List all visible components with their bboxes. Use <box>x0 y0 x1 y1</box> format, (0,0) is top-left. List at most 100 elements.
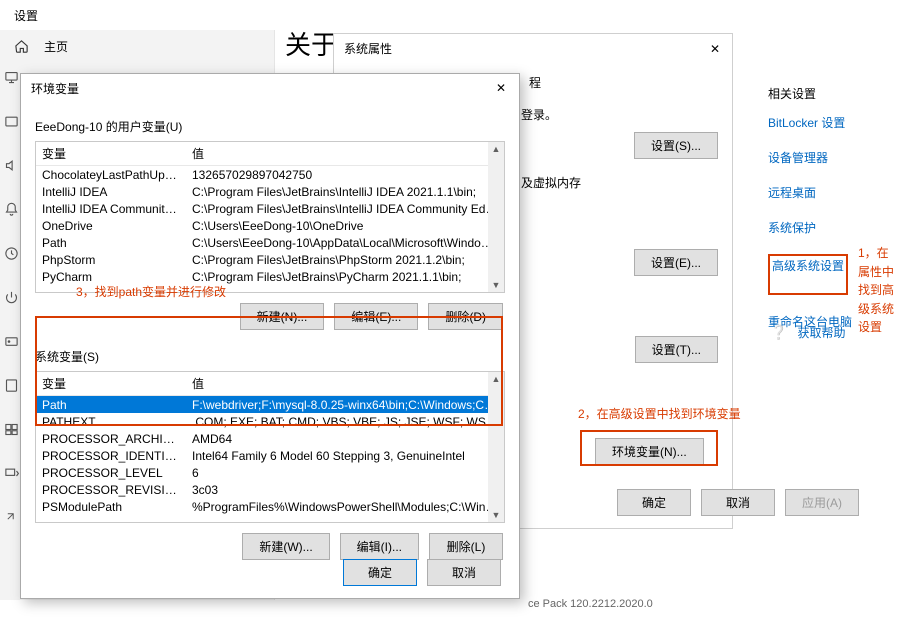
link-device-manager[interactable]: 设备管理器 <box>768 149 852 166</box>
table-row[interactable]: PROCESSOR_ARCHITECT...AMD64 <box>36 430 504 447</box>
settings-titlebar: 设置 <box>0 0 902 30</box>
tablet-icon[interactable] <box>4 378 20 394</box>
user-new-button[interactable]: 新建(N)... <box>240 303 325 330</box>
sys-delete-button[interactable]: 删除(L) <box>429 533 503 560</box>
settings-e-button[interactable]: 设置(E)... <box>634 249 718 276</box>
table-row[interactable]: PROCESSOR_IDENTIFIERIntel64 Family 6 Mod… <box>36 447 504 464</box>
sys-vars-table[interactable]: 变量 值 PathF:\webdriver;F:\mysql-8.0.25-wi… <box>35 371 505 523</box>
related-settings: 相关设置 BitLocker 设置 设备管理器 远程桌面 系统保护 高级系统设置… <box>768 85 852 348</box>
cell-var: PROCESSOR_IDENTIFIER <box>36 449 186 463</box>
cell-val: C:\Users\EeeDong-10\OneDrive <box>186 219 504 233</box>
table-row[interactable]: OneDriveC:\Users\EeeDong-10\OneDrive <box>36 217 504 234</box>
env-var-button[interactable]: 环境变量(N)... <box>595 438 704 465</box>
cell-var: Path <box>36 398 186 412</box>
cell-var: PhpStorm <box>36 253 186 267</box>
sys-edit-button[interactable]: 编辑(I)... <box>340 533 419 560</box>
sysprop-title: 系统属性 <box>334 34 732 62</box>
sidebar-home[interactable]: 主页 <box>0 30 274 63</box>
link-remote-desktop[interactable]: 远程桌面 <box>768 184 852 201</box>
col-val[interactable]: 值 <box>186 372 504 395</box>
focus-icon[interactable] <box>4 246 20 262</box>
projecting-icon[interactable] <box>4 466 20 482</box>
user-delete-button[interactable]: 删除(D) <box>428 303 503 330</box>
sys-scrollbar[interactable]: ▲▼ <box>488 372 504 522</box>
cell-val: AMD64 <box>186 432 504 446</box>
power-icon[interactable] <box>4 290 20 306</box>
link-bitlocker[interactable]: BitLocker 设置 <box>768 114 852 131</box>
cell-var: PROCESSOR_ARCHITECT... <box>36 432 186 446</box>
sp-line1: 登录。 <box>521 106 557 123</box>
sysprop-apply[interactable]: 应用(A) <box>785 489 859 516</box>
annotation-1: 1，在属性中找到高级系统设置 <box>858 244 898 337</box>
cell-val: C:\Program Files\JetBrains\PyCharm 2021.… <box>186 270 504 284</box>
env-close[interactable]: ✕ <box>491 78 511 98</box>
link-get-help[interactable]: 获取帮助 <box>797 324 845 341</box>
pack-text: ce Pack 120.2212.2020.0 <box>528 598 653 610</box>
col-val[interactable]: 值 <box>186 142 504 165</box>
user-scrollbar[interactable]: ▲▼ <box>488 142 504 292</box>
multitask-icon[interactable] <box>4 422 20 438</box>
table-row[interactable]: IntelliJ IDEA Community E...C:\Program F… <box>36 200 504 217</box>
table-row[interactable]: PROCESSOR_LEVEL6 <box>36 464 504 481</box>
table-row[interactable]: PathF:\webdriver;F:\mysql-8.0.25-winx64\… <box>36 396 504 413</box>
settings-s-button[interactable]: 设置(S)... <box>634 132 718 159</box>
env-ok[interactable]: 确定 <box>343 559 417 586</box>
cell-val: .COM;.EXE;.BAT;.CMD;.VBS;.VBE;.JS;.JSE;.… <box>186 415 504 429</box>
sysprop-cancel[interactable]: 取消 <box>701 489 775 516</box>
scroll-down-icon[interactable]: ▼ <box>491 510 501 520</box>
help-icon: ❔ <box>770 324 787 341</box>
display-icon[interactable] <box>4 70 20 86</box>
advanced-box: 高级系统设置 <box>768 254 848 295</box>
share-icon[interactable] <box>4 510 20 526</box>
cell-val: 3c03 <box>186 483 504 497</box>
sidebar-home-label: 主页 <box>44 38 68 55</box>
cell-val: F:\webdriver;F:\mysql-8.0.25-winx64\bin;… <box>186 398 504 412</box>
table-row[interactable]: PSModulePath%ProgramFiles%\WindowsPowerS… <box>36 498 504 515</box>
col-var[interactable]: 变量 <box>36 372 186 395</box>
storage-icon[interactable] <box>4 334 20 350</box>
table-row[interactable]: PhpStormC:\Program Files\JetBrains\PhpSt… <box>36 251 504 268</box>
scroll-down-icon[interactable]: ▼ <box>491 280 501 290</box>
annotation-3: 3，找到path变量并进行修改 <box>76 283 226 300</box>
user-edit-button[interactable]: 编辑(E)... <box>334 303 418 330</box>
close-icon: ✕ <box>710 42 720 56</box>
system-icon[interactable] <box>4 114 20 130</box>
col-var[interactable]: 变量 <box>36 142 186 165</box>
sp-line2: 及虚拟内存 <box>521 174 581 191</box>
scroll-up-icon[interactable]: ▲ <box>491 374 501 384</box>
sysprop-close[interactable]: ✕ <box>704 38 726 60</box>
cell-var: IntelliJ IDEA Community E... <box>36 202 186 216</box>
table-row[interactable]: PROCESSOR_REVISION3c03 <box>36 481 504 498</box>
cell-val: C:\Program Files\JetBrains\IntelliJ IDEA… <box>186 185 504 199</box>
cell-val: C:\Program Files\JetBrains\PhpStorm 2021… <box>186 253 504 267</box>
cell-var: PATHEXT <box>36 415 186 429</box>
sysprop-ok[interactable]: 确定 <box>617 489 691 516</box>
cell-val: 6 <box>186 466 504 480</box>
scroll-up-icon[interactable]: ▲ <box>491 144 501 154</box>
env-cancel[interactable]: 取消 <box>427 559 501 586</box>
table-row[interactable]: IntelliJ IDEAC:\Program Files\JetBrains\… <box>36 183 504 200</box>
environment-variables-dialog: 环境变量 ✕ EeeDong-10 的用户变量(U) 变量 值 Chocolat… <box>20 73 520 599</box>
cell-var: OneDrive <box>36 219 186 233</box>
notifications-icon[interactable] <box>4 202 20 218</box>
home-icon <box>14 39 30 54</box>
cell-var: IntelliJ IDEA <box>36 185 186 199</box>
cell-var: PROCESSOR_LEVEL <box>36 466 186 480</box>
sound-icon[interactable] <box>4 158 20 174</box>
sys-new-button[interactable]: 新建(W)... <box>242 533 329 560</box>
tab-fragment: 程 <box>529 74 541 91</box>
close-icon: ✕ <box>496 81 506 95</box>
related-title: 相关设置 <box>768 85 852 102</box>
table-row[interactable]: PATHEXT.COM;.EXE;.BAT;.CMD;.VBS;.VBE;.JS… <box>36 413 504 430</box>
about-heading-area: 关于 <box>285 25 337 62</box>
table-row[interactable]: PathC:\Users\EeeDong-10\AppData\Local\Mi… <box>36 234 504 251</box>
cell-var: PSModulePath <box>36 500 186 514</box>
cell-val: 132657029897042750 <box>186 168 504 182</box>
settings-t-button[interactable]: 设置(T)... <box>635 336 718 363</box>
link-system-protection[interactable]: 系统保护 <box>768 219 852 236</box>
table-row[interactable]: ChocolateyLastPathUpdate1326570298970427… <box>36 166 504 183</box>
user-vars-table[interactable]: 变量 值 ChocolateyLastPathUpdate13265702989… <box>35 141 505 293</box>
link-advanced-system[interactable]: 高级系统设置 <box>772 257 844 274</box>
env-title-text: 环境变量 <box>31 80 79 97</box>
help-row[interactable]: ❔ 获取帮助 <box>770 324 845 341</box>
